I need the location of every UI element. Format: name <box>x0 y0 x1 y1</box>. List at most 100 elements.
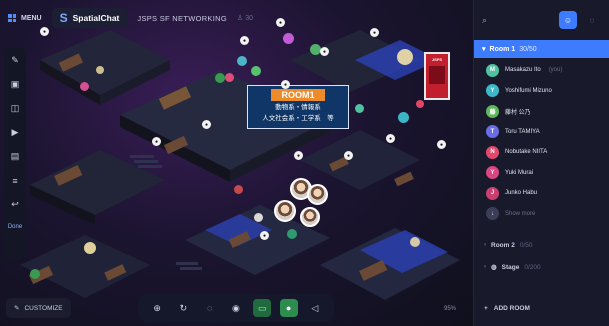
member-name: Yuki Murai <box>505 169 534 176</box>
participant-avatar[interactable] <box>416 100 424 108</box>
add-icon[interactable]: ⊕ <box>148 299 166 317</box>
add-room-label: ADD ROOM <box>493 305 530 312</box>
isometric-floor <box>20 30 460 300</box>
member-name: Nobutake NIITA <box>505 149 548 156</box>
pen-tool-icon[interactable]: ✎ <box>9 54 22 67</box>
avatar: 藤 <box>486 104 499 118</box>
show-more-label: Show more <box>505 210 536 217</box>
avatar: Y <box>486 166 499 180</box>
gif-tool-icon[interactable]: ◫ <box>9 102 22 115</box>
panel-header: ⌕ ☺ ◌ <box>474 0 609 40</box>
participant-avatar[interactable] <box>398 112 409 123</box>
mute-indicator-icon: ● <box>294 151 303 160</box>
people-tab-icon[interactable]: ☺ <box>559 11 577 29</box>
refresh-icon[interactable]: ↻ <box>174 299 192 317</box>
spatialchat-logo-icon: S <box>59 11 68 25</box>
sliders-tool-icon[interactable]: ≡ <box>9 174 22 187</box>
menu-label: MENU <box>21 14 42 22</box>
video-avatar[interactable] <box>300 207 320 227</box>
back-arrow-icon[interactable]: ↩ <box>9 198 22 211</box>
list-item[interactable]: M Masakazu Ito (you) <box>474 60 609 81</box>
brand-tab[interactable]: S SpatialChat <box>51 8 128 28</box>
show-more-button[interactable]: ↓ Show more <box>474 204 609 225</box>
participant-avatar[interactable] <box>287 229 297 239</box>
stage-row[interactable]: › ◍ Stage 0/200 <box>474 256 609 278</box>
chat-bubble-icon[interactable]: ◌ <box>201 299 219 317</box>
list-item[interactable]: T Toru TAMIYA <box>474 122 609 143</box>
mute-indicator-icon: ● <box>437 140 446 149</box>
participant-avatar[interactable] <box>80 82 89 91</box>
mute-indicator-icon: ● <box>320 47 329 56</box>
poster-text: JSPS <box>431 57 443 62</box>
participants-panel: ⌕ ☺ ◌ ▾ Room 1 30/50 M Masakazu Ito (you… <box>473 0 609 326</box>
chevron-down-icon: ↓ <box>486 207 499 221</box>
participant-avatar[interactable] <box>254 213 263 222</box>
mute-indicator-icon: ● <box>240 36 249 45</box>
room1-name: Room 1 <box>489 45 516 53</box>
poster-image <box>429 66 445 84</box>
zoom-level[interactable]: 95% <box>444 306 456 312</box>
virtual-space-canvas[interactable]: ROOM1 動物系・情報系 人文社会系・工学系 等 JSPS ● ● ● ● ●… <box>0 0 473 326</box>
room2-count: 0/50 <box>519 241 533 249</box>
member-tag: (you) <box>548 67 563 74</box>
avatar: J <box>486 186 499 200</box>
mute-indicator-icon: ● <box>260 231 269 240</box>
video-avatar[interactable] <box>307 184 328 205</box>
menu-grid-icon <box>8 14 16 22</box>
search-icon[interactable]: ⌕ <box>482 15 553 26</box>
broadcast-icon[interactable]: ◉ <box>227 299 245 317</box>
stage-count: 0/200 <box>524 263 541 271</box>
participant-avatar[interactable] <box>355 104 364 113</box>
screen-tool-icon[interactable]: ▤ <box>9 150 22 163</box>
avatar: Y <box>486 84 499 98</box>
room1-header[interactable]: ▾ Room 1 30/50 <box>474 40 609 58</box>
video-avatar[interactable] <box>274 200 296 222</box>
menu-button[interactable]: MENU <box>8 14 42 22</box>
stage-icon: ◍ <box>491 264 497 271</box>
room-label-line2: 人文社会系・工学系 等 <box>262 115 334 122</box>
list-item[interactable]: 藤 藤村 公乃 <box>474 101 609 122</box>
add-room-button[interactable]: + ADD ROOM <box>484 305 530 312</box>
list-item[interactable]: Y Yoshifumi Mizuno <box>474 81 609 102</box>
participant-avatar[interactable] <box>251 66 261 76</box>
left-tool-rail: ✎ ▣ ◫ ▶ ▤ ≡ ↩ Done <box>4 48 26 260</box>
mute-indicator-icon: ● <box>152 137 161 146</box>
avatar: N <box>486 145 499 159</box>
camera-icon[interactable]: ▭ <box>253 299 272 317</box>
space-participant-count-value: 30 <box>245 15 253 22</box>
room-label-title: ROOM1 <box>271 89 325 101</box>
participant-avatar[interactable] <box>234 185 243 194</box>
list-item[interactable]: J Junko Habu <box>474 183 609 204</box>
media-controls: ⊕ ↻ ◌ ◉ ▭ ● ◁ <box>138 294 334 322</box>
member-name: Masakazu Ito <box>505 67 541 74</box>
speaker-icon[interactable]: ◁ <box>306 299 324 317</box>
participant-avatar[interactable] <box>225 73 234 82</box>
chevron-right-icon: › <box>484 264 486 270</box>
microphone-icon[interactable]: ● <box>279 299 298 317</box>
list-item[interactable]: Y Yuki Murai <box>474 163 609 184</box>
mute-indicator-icon: ● <box>386 134 395 143</box>
brush-icon: ✎ <box>14 305 20 312</box>
image-tool-icon[interactable]: ▣ <box>9 78 22 91</box>
youtube-tool-icon[interactable]: ▶ <box>9 126 22 139</box>
bottom-bar: ✎ CUSTOMIZE ⊕ ↻ ◌ ◉ ▭ ● ◁ 95% <box>0 290 473 326</box>
member-name: 藤村 公乃 <box>505 109 531 116</box>
list-item[interactable]: N Nobutake NIITA <box>474 142 609 163</box>
done-button[interactable]: Done <box>8 224 22 230</box>
customize-label: CUSTOMIZE <box>24 304 63 312</box>
room2-row[interactable]: › Room 2 0/50 <box>474 234 609 256</box>
member-name: Junko Habu <box>505 190 538 197</box>
stage-name: Stage <box>501 263 520 271</box>
top-bar: MENU S SpatialChat JSPS SF NETWORKING ♙ … <box>0 0 473 36</box>
mute-indicator-icon: ● <box>281 80 290 89</box>
member-list: M Masakazu Ito (you) Y Yoshifumi Mizuno … <box>474 58 609 226</box>
chat-tab-icon[interactable]: ◌ <box>583 11 601 29</box>
room1-count: 30/50 <box>519 45 537 53</box>
room-label-line1: 動物系・情報系 <box>275 104 321 111</box>
customize-button[interactable]: ✎ CUSTOMIZE <box>6 298 71 318</box>
space-participant-count: ♙ 30 <box>237 14 253 22</box>
participant-avatar[interactable] <box>237 56 247 66</box>
wall-poster[interactable]: JSPS <box>424 52 450 100</box>
brand-name: SpatialChat <box>72 13 120 23</box>
avatar: M <box>486 63 499 77</box>
